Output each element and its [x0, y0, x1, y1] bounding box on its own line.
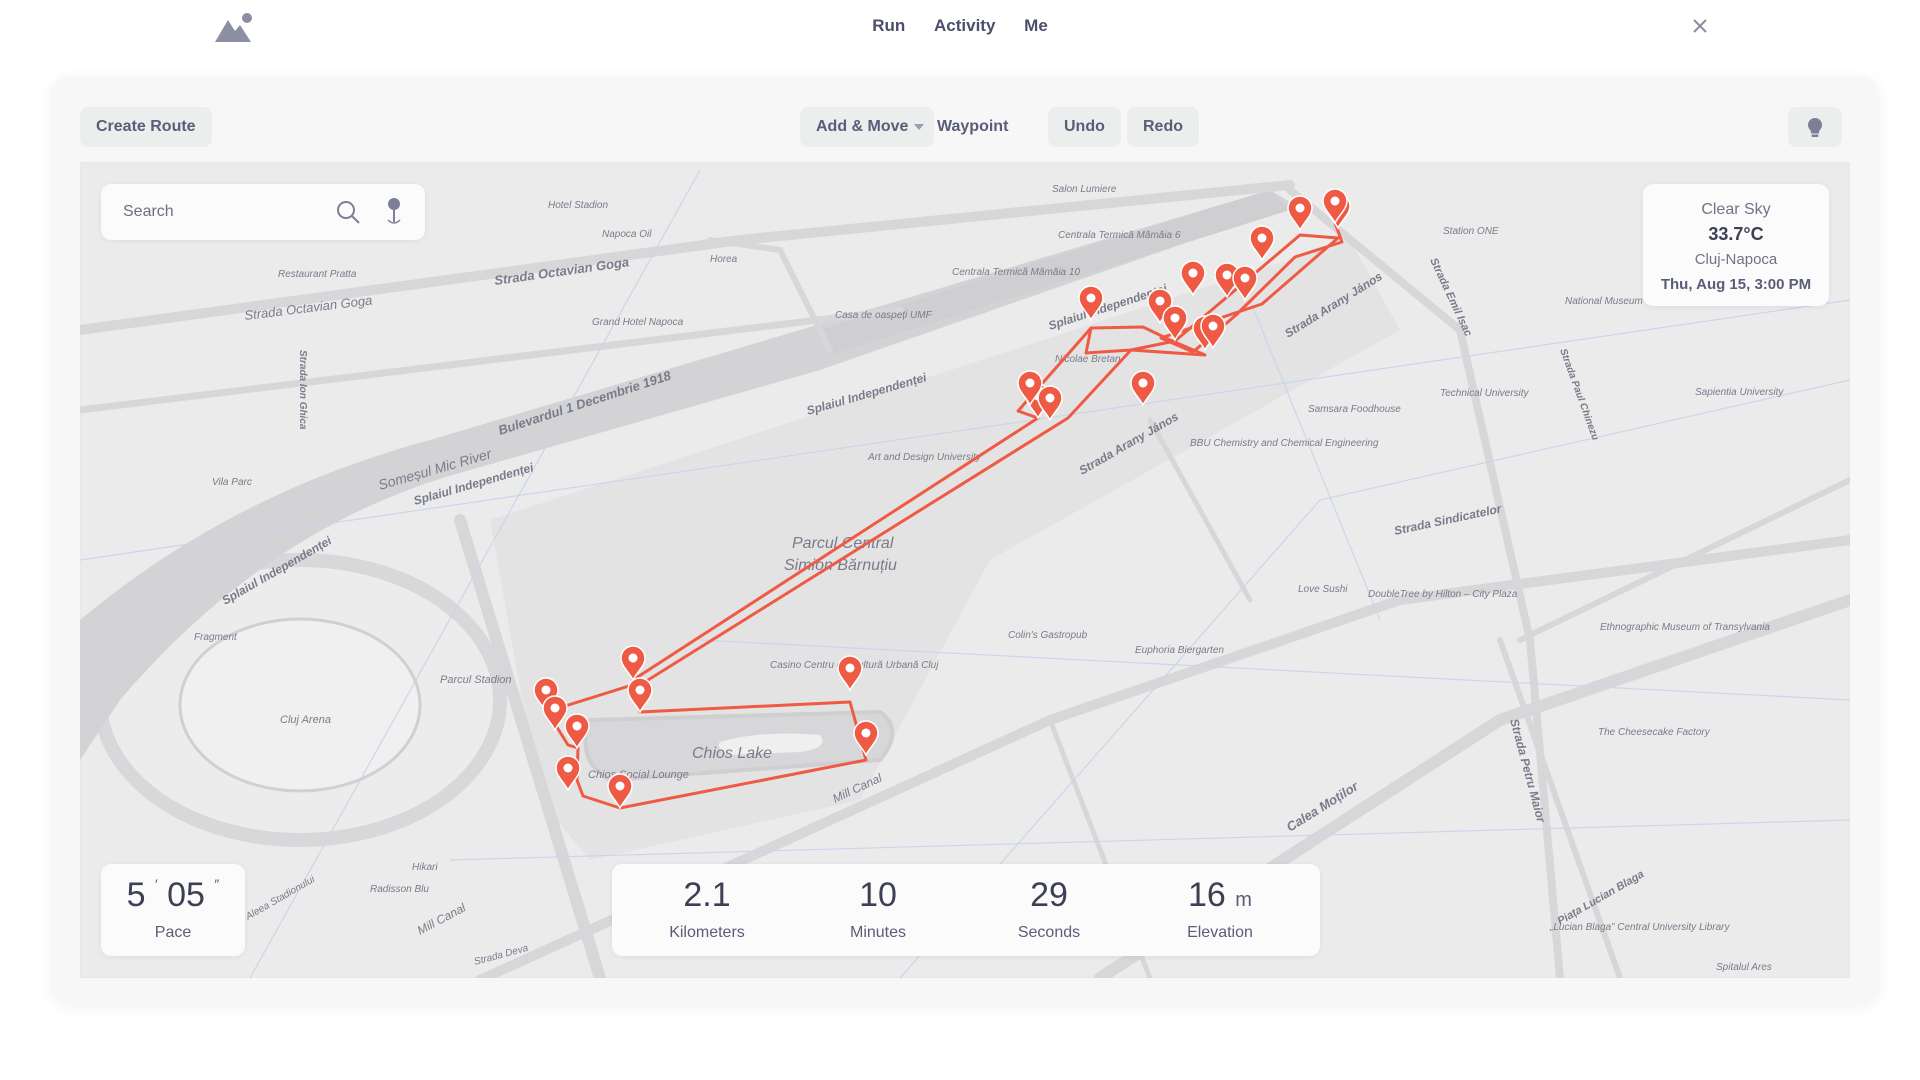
map-label: DoubleTree by Hilton – City Plaza — [1368, 589, 1518, 600]
weather-condition: Clear Sky — [1701, 201, 1771, 218]
stat-minutes: 10 Minutes — [793, 864, 963, 956]
stat-minutes-label: Minutes — [849, 924, 907, 941]
stat-elevation-value: 16 m — [1135, 876, 1305, 915]
redo-button[interactable]: Redo — [1127, 107, 1199, 147]
stat-distance-label: Kilometers — [669, 924, 745, 941]
map-label: Strada Ion Ghica — [297, 350, 308, 430]
map-label: The Cheesecake Factory — [1598, 727, 1711, 738]
map-label: „Lucian Blaga” Central University Librar… — [1549, 922, 1731, 933]
map-label: Chios Social Lounge — [588, 769, 689, 781]
stat-elevation: 16 m Elevation — [1135, 864, 1305, 956]
weather-city: Cluj-Napoca — [1694, 251, 1778, 268]
stat-seconds: 29 Seconds — [964, 864, 1134, 956]
tips-button[interactable] — [1788, 107, 1842, 147]
pace-second-mark: ″ — [214, 876, 220, 892]
weather-panel: Clear Sky 33.7°C Cluj-Napoca Thu, Aug 15… — [1643, 184, 1829, 306]
map-label: Technical University — [1440, 388, 1530, 399]
elevation-number: 16 — [1188, 876, 1226, 914]
stat-seconds-label: Seconds — [1017, 924, 1081, 941]
map-label: Ethnographic Museum of Transylvania — [1600, 622, 1770, 633]
stat-distance: 2.1 Kilometers — [622, 864, 792, 956]
map-label: Restaurant Pratta — [278, 269, 357, 280]
map-label: Chios Lake — [692, 745, 772, 762]
nav-run[interactable]: Run — [872, 16, 905, 36]
nav-activity[interactable]: Activity — [934, 16, 995, 36]
map-label: Grand Hotel Napoca — [592, 317, 684, 328]
stat-distance-value: 2.1 — [683, 876, 731, 914]
close-icon[interactable] — [1688, 14, 1712, 38]
nav-me[interactable]: Me — [1024, 16, 1048, 36]
weather-temperature: 33.7°C — [1708, 224, 1764, 244]
mode-dropdown-label: Add & Move — [816, 118, 909, 135]
pace-value: 5 ′ 05 ″ — [101, 876, 245, 915]
map-label: Fragment — [194, 632, 238, 643]
route-map[interactable]: Someșul Mic River Splaiul Independenței … — [80, 162, 1850, 978]
map-label: Colin's Gastropub — [1008, 630, 1088, 641]
waypoint-label: Waypoint — [937, 118, 1009, 135]
pace-seconds: 05 — [167, 876, 205, 914]
map-label: Centrala Termică Mămăia 10 — [952, 267, 1080, 278]
map-label: Cluj Arena — [280, 714, 331, 726]
map-label: Euphoria Biergarten — [1135, 645, 1224, 656]
pace-label: Pace — [154, 924, 192, 941]
map-label: Salon Lumiere — [1052, 184, 1117, 195]
map-label: Spitalul Ares — [1716, 962, 1772, 973]
map-label: BBU Chemistry and Chemical Engineering — [1190, 438, 1379, 449]
map-label: Samsara Foodhouse — [1308, 404, 1401, 415]
search-panel — [101, 184, 425, 240]
stat-minutes-value: 10 — [859, 876, 897, 914]
map-label: Horea — [710, 254, 738, 265]
map-label: Parcul Stadion — [440, 674, 512, 686]
map-label: Vila Parc — [212, 477, 252, 488]
map-label: Station ONE — [1443, 226, 1499, 237]
map-label: Radisson Blu — [370, 884, 429, 895]
create-route-button[interactable]: Create Route — [80, 107, 212, 147]
weather-datetime: Thu, Aug 15, 3:00 PM — [1660, 276, 1812, 293]
stats-panel: 2.1 Kilometers 10 Minutes 29 Seconds 16 … — [612, 864, 1320, 956]
location-pin-icon[interactable] — [384, 196, 404, 226]
map-label: Art and Design University — [867, 452, 982, 463]
map-label: Centrala Termică Mămăia 6 — [1058, 230, 1181, 241]
map-label: Napoca Oil — [602, 229, 652, 240]
main-nav: Run Activity Me — [0, 16, 1920, 36]
pace-minutes: 5 — [126, 876, 146, 914]
undo-button[interactable]: Undo — [1048, 107, 1121, 147]
top-bar: Run Activity Me — [0, 0, 1920, 56]
stat-seconds-value: 29 — [1030, 876, 1068, 914]
mode-dropdown[interactable]: Add & Move — [800, 107, 935, 147]
chevron-down-icon — [914, 123, 925, 130]
pace-minute-mark: ′ — [155, 876, 158, 892]
map-label: Hotel Stadion — [548, 200, 608, 211]
search-icon[interactable] — [335, 199, 361, 225]
lightbulb-icon — [1808, 118, 1822, 137]
pace-panel: 5 ′ 05 ″ Pace — [101, 864, 245, 956]
elevation-unit: m — [1235, 889, 1252, 911]
search-input[interactable] — [123, 198, 323, 226]
stat-elevation-label: Elevation — [1187, 924, 1253, 941]
map-label: Love Sushi — [1298, 584, 1348, 595]
map-label: Sapientia University — [1695, 387, 1784, 398]
map-canvas[interactable]: Someșul Mic River Splaiul Independenței … — [80, 162, 1850, 978]
map-label: Hikari — [412, 862, 438, 873]
map-label: Casa de oaspeți UMF — [835, 310, 933, 321]
